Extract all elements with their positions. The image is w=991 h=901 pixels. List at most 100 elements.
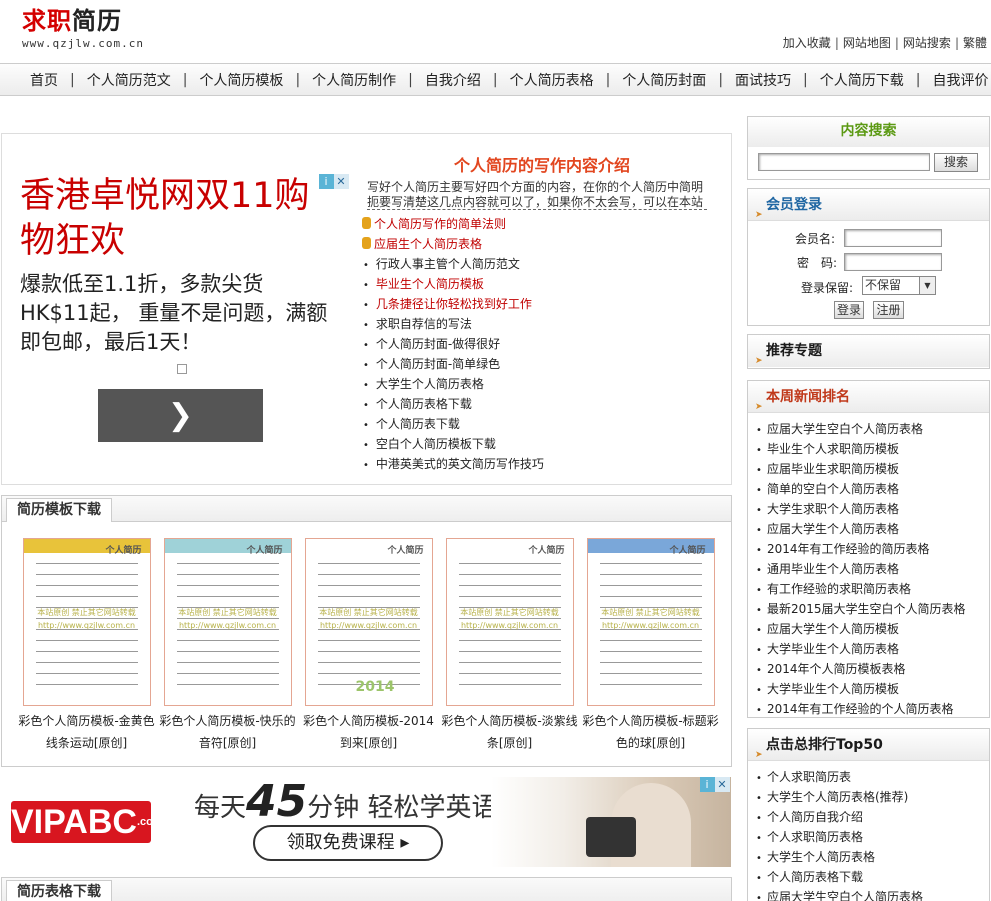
list-item-label: 2014年有工作经验的简历表格 <box>767 542 930 556</box>
list-item[interactable]: • 个人简历自我介绍 <box>756 807 989 827</box>
template-caption[interactable]: 彩色个人简历模板-标题彩色的球[原创] <box>580 710 721 754</box>
list-item[interactable]: • 求职自荐信的写法 <box>360 314 544 334</box>
template-card[interactable]: 个人简历 本站原创 禁止其它网站转载 http://www.qzjlw.com.cn… <box>16 538 157 754</box>
nav-item-resume-forms[interactable]: 个人简历表格 <box>510 70 594 90</box>
template-thumbnail[interactable]: 个人简历 本站原创 禁止其它网站转载 http://www.qzjlw.com.cn <box>22 538 151 706</box>
template-caption[interactable]: 彩色个人简历模板-淡紫线条[原创] <box>439 710 580 754</box>
list-item[interactable]: • 空白个人简历模板下载 <box>360 434 544 454</box>
bullet-icon: • <box>756 833 762 844</box>
template-card[interactable]: 个人简历 本站原创 禁止其它网站转载 http://www.qzjlw.com.cn… <box>580 538 721 754</box>
nav-item-resume-making[interactable]: 个人简历制作 <box>312 70 396 90</box>
top50-title: 点击总排行Top50 <box>766 737 883 753</box>
top50-list: • 个人求职简历表 • 大学生个人简历表格(推荐) • 个人简历自我介绍 • 个人求职简历表格… <box>748 761 989 901</box>
keep-login-select[interactable]: 不保留 ▼ <box>862 276 936 295</box>
list-item[interactable]: • 应届大学生个人简历模板 <box>756 619 989 639</box>
list-item[interactable]: • 2014年个人简历模板表格 <box>756 659 989 679</box>
ad-banner-bonjour[interactable]: i ✕ 香港卓悦网双11购物狂欢 爆款低至1.1折，多款尖货HK$11起， 重量不… <box>2 174 349 474</box>
list-item[interactable]: • 简单的空白个人简历表格 <box>756 479 989 499</box>
list-item[interactable]: • 个人简历表格下载 <box>360 394 544 414</box>
list-item[interactable]: • 个人求职简历表格 <box>756 827 989 847</box>
site-map-link[interactable]: 网站地图 <box>843 36 891 50</box>
nav-item-interview-tips[interactable]: 面试技巧 <box>735 70 791 90</box>
list-item[interactable]: • 应届大学生个人简历表格 <box>756 519 989 539</box>
template-card[interactable]: 个人简历 本站原创 禁止其它网站转载 http://www.qzjlw.com.cn… <box>298 538 439 754</box>
username-field[interactable] <box>844 229 942 247</box>
add-favorite-link[interactable]: 加入收藏 <box>783 36 831 50</box>
list-item-label: 大学生求职个人简历表格 <box>767 502 900 516</box>
section-title: 简历表格下载 <box>6 880 112 901</box>
list-item[interactable]: • 毕业生个人简历模板 <box>360 274 544 294</box>
topics-title[interactable]: 推荐专题 <box>766 343 822 359</box>
template-card[interactable]: 个人简历 本站原创 禁止其它网站转载 http://www.qzjlw.com.cn… <box>439 538 580 754</box>
bullet-icon: • <box>756 485 762 496</box>
bullet-icon: • <box>756 445 762 456</box>
arrow-icon: ➤ <box>755 750 763 760</box>
ad2-slogan: 每天45分钟 轻松学英语 <box>194 776 498 827</box>
main-nav: 首页 | 个人简历范文 | 个人简历模板 | 个人简历制作 | 自我介绍 | 个人简历表格… <box>0 63 991 96</box>
list-item[interactable]: • 个人简历表下载 <box>360 414 544 434</box>
template-card[interactable]: 个人简历 本站原创 禁止其它网站转载 http://www.qzjlw.com.cn… <box>157 538 298 754</box>
nav-item-resume-covers[interactable]: 个人简历封面 <box>622 70 706 90</box>
list-item-label: 应届大学生个人简历模板 <box>767 622 900 636</box>
login-button[interactable]: 登录 <box>834 301 864 319</box>
site-logo[interactable]: 求职简历 www.qzjlw.com.cn <box>22 6 144 50</box>
list-item[interactable]: • 毕业生个人求职简历模板 <box>756 439 989 459</box>
nav-item-self-intro[interactable]: 自我介绍 <box>425 70 481 90</box>
list-item[interactable]: • 大学毕业生个人简历表格 <box>756 639 989 659</box>
list-item-label: 大学生个人简历表格 <box>767 850 876 864</box>
template-caption[interactable]: 彩色个人简历模板-2014到来[原创] <box>298 710 439 754</box>
register-button[interactable]: 注册 <box>873 301 904 319</box>
list-item[interactable]: • 大学生个人简历表格 <box>756 847 989 867</box>
template-thumbnail[interactable]: 个人简历 本站原创 禁止其它网站转载 http://www.qzjlw.com.cn <box>586 538 715 706</box>
free-course-button[interactable]: 领取免费课程 ▸ <box>253 825 443 861</box>
template-caption[interactable]: 彩色个人简历模板-快乐的音符[原创] <box>157 710 298 754</box>
list-item[interactable]: • 个人简历封面-简单绿色 <box>360 354 544 374</box>
list-item[interactable]: • 大学生个人简历表格(推荐) <box>756 787 989 807</box>
section-title: 简历模板下载 <box>6 498 112 522</box>
list-item[interactable]: • 应届大学生空白个人简历表格 <box>756 419 989 439</box>
list-item[interactable]: • 有工作经验的求职简历表格 <box>756 579 989 599</box>
list-item[interactable]: • 行政人事主管个人简历范文 <box>360 254 544 274</box>
list-item[interactable]: • 个人简历表格下载 <box>756 867 989 887</box>
list-item[interactable]: • 最新2015届大学生空白个人简历表格 <box>756 599 989 619</box>
list-item[interactable]: • 大学生求职个人简历表格 <box>756 499 989 519</box>
chevron-right-icon: ❯ <box>167 398 194 433</box>
keep-login-label: 登录保留: <box>801 281 854 295</box>
nav-item-home[interactable]: 首页 <box>30 70 58 90</box>
traditional-chinese-link[interactable]: 繁體 <box>963 36 987 50</box>
nav-item-self-evaluation[interactable]: 自我评价 <box>932 70 988 90</box>
ad-choices-badge[interactable]: i ✕ <box>699 777 730 792</box>
ad-close-icon[interactable]: ✕ <box>714 777 730 792</box>
login-title: 会员登录 <box>766 197 822 213</box>
list-item[interactable]: • 2014年有工作经验的简历表格 <box>756 539 989 559</box>
site-search-link[interactable]: 网站搜索 <box>903 36 951 50</box>
template-thumbnail[interactable]: 个人简历 本站原创 禁止其它网站转载 http://www.qzjlw.com.cn <box>445 538 574 706</box>
list-item[interactable]: 个人简历写作的简单法则 <box>360 214 544 234</box>
list-item[interactable]: • 大学毕业生个人简历模板 <box>756 679 989 699</box>
list-item[interactable]: • 几条捷径让你轻松找到好工作 <box>360 294 544 314</box>
search-input[interactable] <box>758 153 930 171</box>
search-button[interactable]: 搜索 <box>934 152 978 172</box>
list-item[interactable]: • 个人求职简历表 <box>756 767 989 787</box>
ad-banner-vipabc[interactable]: VIPABC.com 每天45分钟 轻松学英语 领取免费课程 ▸ i ✕ <box>1 777 731 867</box>
nav-item-resume-templates[interactable]: 个人简历模板 <box>199 70 283 90</box>
ad-next-button[interactable]: ❯ <box>98 389 263 442</box>
template-thumbnail[interactable]: 个人简历 本站原创 禁止其它网站转载 http://www.qzjlw.com.cn… <box>304 538 433 706</box>
list-item[interactable]: • 中港英美式的英文简历写作技巧 <box>360 454 544 474</box>
list-item[interactable]: • 大学生个人简历表格 <box>360 374 544 394</box>
ad-checkbox[interactable] <box>177 364 187 374</box>
password-field[interactable] <box>844 253 942 271</box>
list-item[interactable]: • 应届大学生空白个人简历表格 <box>756 887 989 901</box>
list-item[interactable]: • 通用毕业生个人简历表格 <box>756 559 989 579</box>
nav-item-resume-samples[interactable]: 个人简历范文 <box>87 70 171 90</box>
ad-info-icon: i <box>699 777 715 792</box>
list-item[interactable]: • 个人简历封面-做得很好 <box>360 334 544 354</box>
template-caption[interactable]: 彩色个人简历模板-金黄色线条运动[原创] <box>16 710 157 754</box>
bullet-icon: • <box>756 705 762 716</box>
list-item[interactable]: • 应届毕业生求职简历模板 <box>756 459 989 479</box>
intro-title[interactable]: 个人简历的写作内容介绍 <box>367 152 707 176</box>
nav-item-resume-download[interactable]: 个人简历下载 <box>820 70 904 90</box>
list-item[interactable]: • 2014年有工作经验的个人简历表格 <box>756 699 989 719</box>
template-thumbnail[interactable]: 个人简历 本站原创 禁止其它网站转载 http://www.qzjlw.com.cn <box>163 538 292 706</box>
list-item[interactable]: 应届生个人简历表格 <box>360 234 544 254</box>
